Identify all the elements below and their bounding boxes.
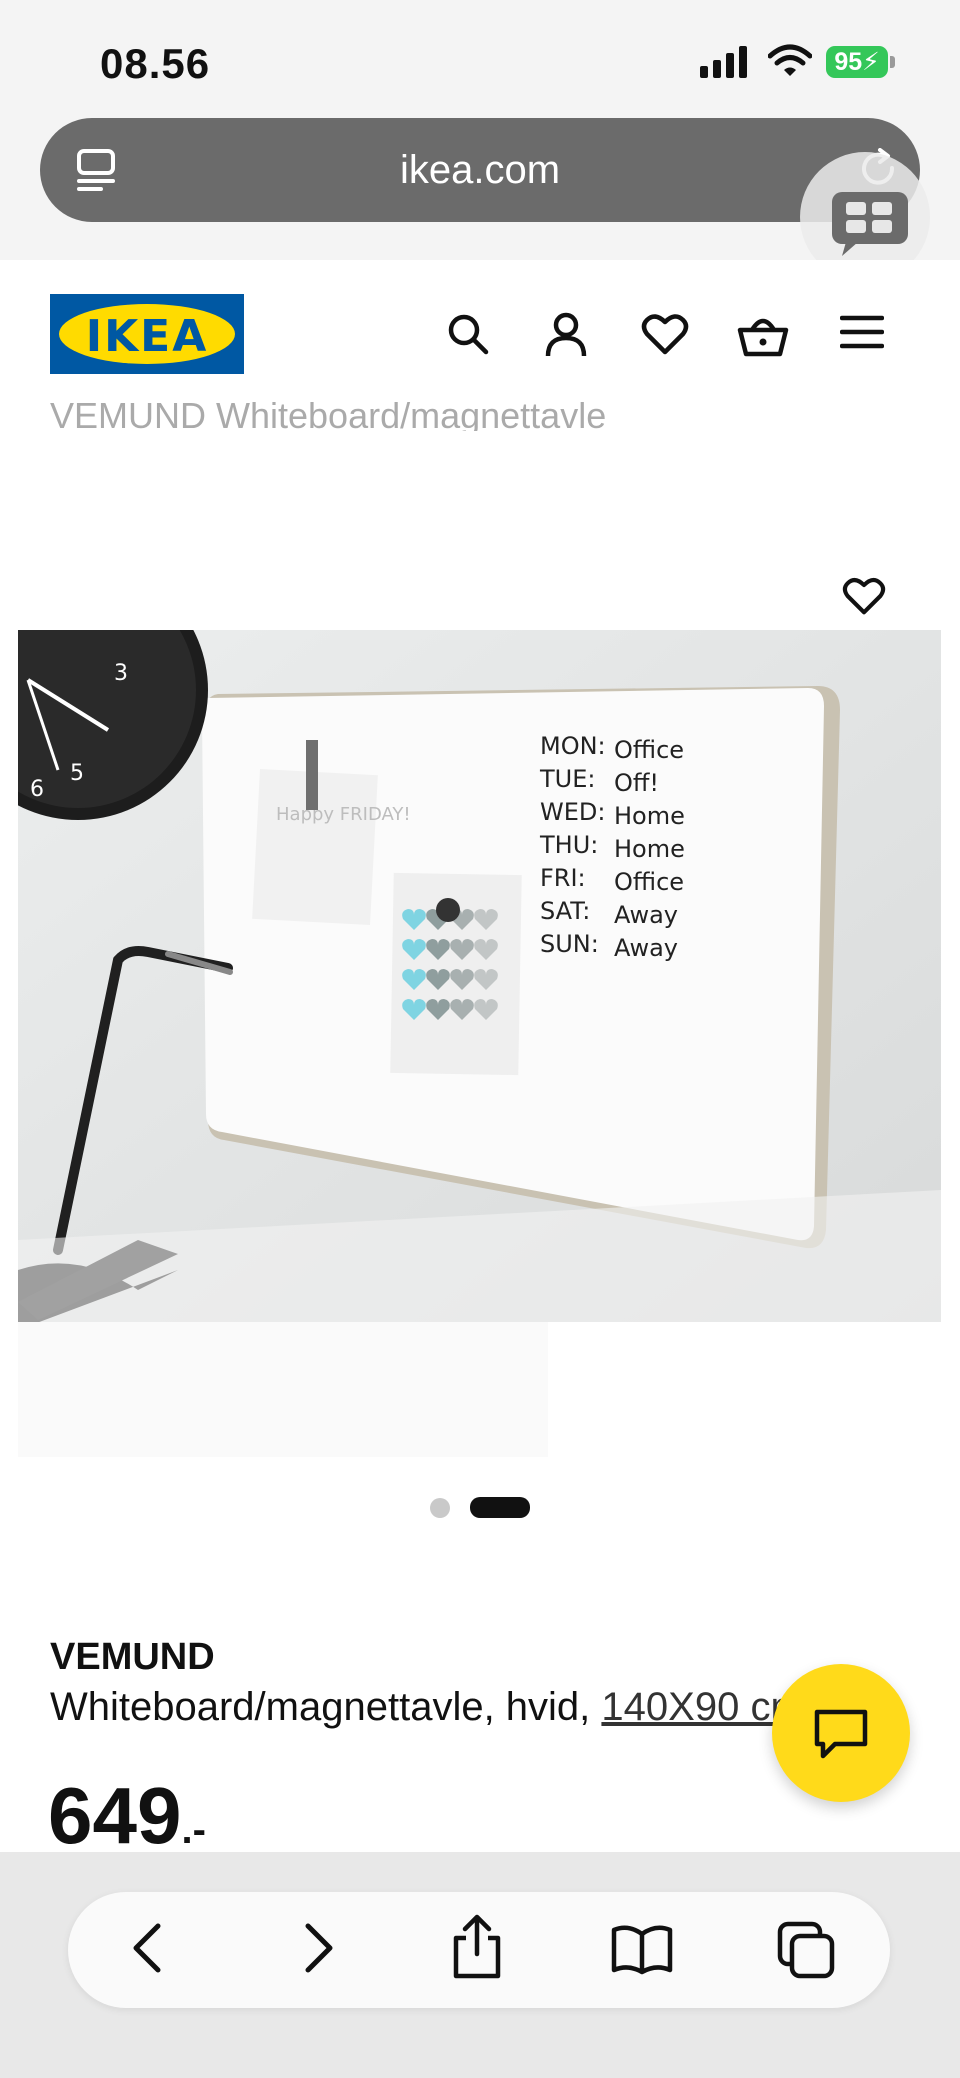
bookmarks-icon[interactable] [610, 1924, 674, 1976]
schedule-day: SUN: [540, 930, 599, 958]
schedule-day: SAT: [540, 897, 590, 925]
note-text: Happy FRIDAY! [276, 804, 411, 825]
schedule-day: THU: [539, 831, 598, 859]
schedule-day: WED: [540, 798, 605, 826]
chat-icon [814, 1709, 868, 1759]
product-brand: VEMUND [50, 1636, 215, 1678]
status-bar: 08.56 95 ⚡ [0, 0, 960, 110]
search-icon[interactable] [446, 312, 490, 356]
svg-text:5: 5 [70, 761, 84, 786]
ikea-logo[interactable]: IKEA [50, 294, 244, 374]
tabs-icon[interactable] [776, 1920, 836, 1980]
heart-icon [842, 578, 886, 615]
schedule-day: MON: [540, 732, 606, 760]
product-image[interactable]: 3 5 6 Happy FRIDAY! MON: Office TUE: Off! WE… [18, 630, 941, 1322]
carousel-indicator [0, 1496, 960, 1518]
price-value: 649 [48, 1771, 182, 1860]
schedule-plan: Home [614, 802, 685, 830]
product-description: Whiteboard/magnettavle, hvid, 140X90 cm [50, 1685, 804, 1730]
schedule-day: FRI: [540, 864, 586, 892]
menu-icon[interactable] [840, 312, 884, 352]
basket-icon[interactable] [736, 312, 790, 358]
product-type: Whiteboard/magnettavle, hvid, [50, 1685, 591, 1729]
schedule-plan: Office [614, 736, 684, 764]
signal-icon [700, 46, 747, 78]
chat-widget-icon [832, 192, 908, 256]
carousel-dot-1[interactable] [430, 1498, 450, 1518]
scrolled-product-title: VEMUND Whiteboard/magnettavle [50, 395, 607, 431]
wifi-icon [768, 44, 812, 76]
site-header: IKEA [0, 260, 960, 412]
address-bar[interactable]: ikea.com [40, 118, 920, 222]
forward-icon[interactable] [298, 1920, 338, 1976]
schedule-plan: Away [614, 901, 678, 929]
schedule-plan: Away [614, 934, 678, 962]
battery-cap [890, 56, 895, 68]
share-icon[interactable] [450, 1914, 504, 1980]
account-icon[interactable] [544, 312, 588, 358]
url-text: ikea.com [399, 148, 561, 192]
chat-button[interactable] [772, 1664, 910, 1802]
svg-text:3: 3 [114, 661, 128, 686]
favourites-icon[interactable] [641, 312, 689, 356]
carousel-dot-2[interactable] [470, 1497, 530, 1518]
battery-icon: 95 ⚡ [826, 46, 888, 78]
schedule-plan: Office [614, 868, 684, 896]
battery-level: 95 [834, 47, 863, 76]
schedule-day: TUE: [539, 765, 595, 793]
image-bottom-strip [18, 1322, 548, 1457]
status-time: 08.56 [100, 40, 211, 87]
product-price: 649.- [48, 1770, 206, 1862]
logo-text: IKEA [85, 311, 209, 362]
schedule-plan: Home [614, 835, 685, 863]
back-icon[interactable] [128, 1920, 168, 1976]
price-suffix: .- [181, 1808, 206, 1852]
svg-text:6: 6 [30, 777, 44, 802]
schedule-plan: Off! [614, 769, 659, 797]
browser-toolbar [68, 1892, 890, 2008]
whiteboard-photo: 3 5 6 Happy FRIDAY! MON: Office TUE: Off! WE… [18, 630, 941, 1322]
